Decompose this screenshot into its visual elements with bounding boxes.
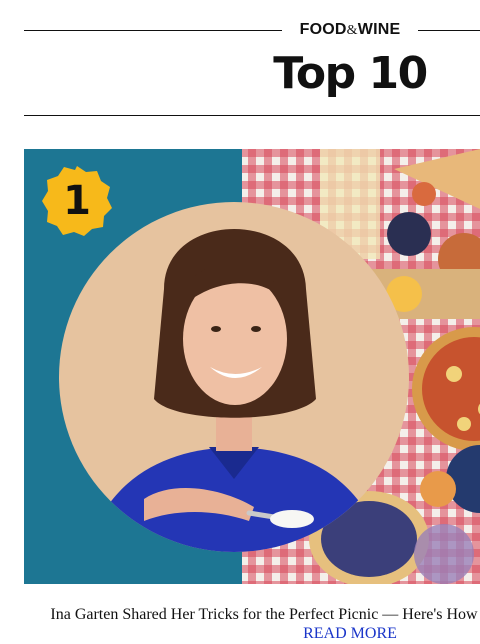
header-divider-right (418, 30, 480, 31)
section-title: Top 10 (273, 48, 428, 99)
newsletter-header: FOOD&WINE Top 10 (0, 0, 480, 120)
rank-number: 1 (63, 178, 91, 224)
lavender-flowers (414, 524, 474, 584)
read-more-link[interactable]: READ MORE (250, 624, 450, 644)
logo-ampersand: & (346, 23, 358, 38)
logo-word-food: FOOD (299, 21, 347, 38)
header-divider-bottom (24, 115, 480, 116)
header-divider-left (24, 30, 282, 31)
article-headline[interactable]: Ina Garten Shared Her Tricks for the Per… (24, 605, 480, 625)
pizza-topping (412, 182, 436, 206)
apricot (420, 471, 456, 507)
logo-word-wine: WINE (357, 21, 401, 38)
blueberry-bowl (387, 212, 431, 256)
food-and-wine-logo[interactable]: FOOD&WINE (288, 20, 412, 41)
spoon-cream (270, 510, 314, 528)
